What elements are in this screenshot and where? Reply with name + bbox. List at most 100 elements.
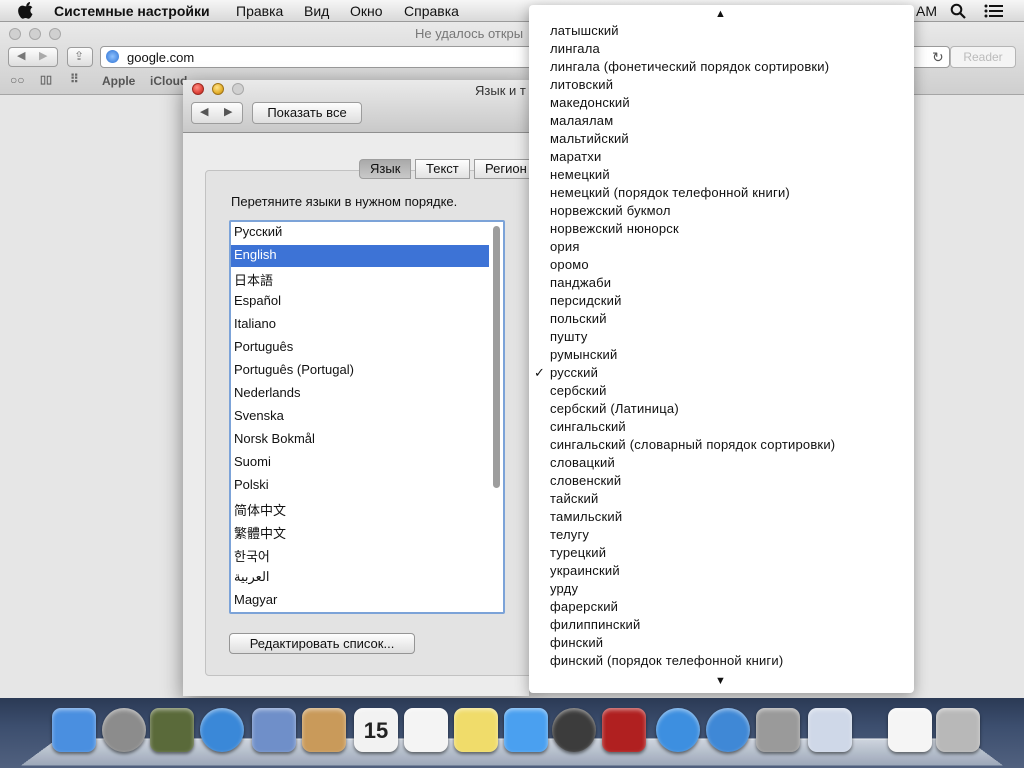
popup-menu-item[interactable]: пушту bbox=[550, 329, 588, 344]
menu-view[interactable]: Вид bbox=[304, 3, 329, 19]
share-button[interactable]: ⇪ bbox=[67, 47, 93, 67]
top-sites-icon[interactable]: ⠿ bbox=[70, 72, 79, 86]
finder-icon[interactable] bbox=[52, 708, 96, 752]
forward-arrow-icon[interactable]: ▶ bbox=[224, 105, 232, 118]
safari-minimize-button[interactable] bbox=[29, 28, 41, 40]
language-list-item[interactable]: 繁體中文 bbox=[231, 521, 489, 543]
bookmark-icloud[interactable]: iCloud bbox=[150, 74, 187, 88]
popup-menu-item[interactable]: тайский bbox=[550, 491, 598, 506]
photo-booth-icon[interactable] bbox=[602, 708, 646, 752]
language-list-item[interactable]: Suomi bbox=[231, 452, 489, 474]
popup-menu-item[interactable]: словенский bbox=[550, 473, 621, 488]
popup-menu-item[interactable]: русский bbox=[550, 365, 598, 380]
language-list-item[interactable]: Português (Portugal) bbox=[231, 360, 489, 382]
popup-menu-item[interactable]: польский bbox=[550, 311, 607, 326]
mission-control-icon[interactable] bbox=[150, 708, 194, 752]
language-popup-menu[interactable]: ▲ ▼ латышский лингала лингала (фонетически… bbox=[529, 5, 914, 693]
language-list-item[interactable]: Nederlands bbox=[231, 383, 489, 405]
close-button[interactable] bbox=[192, 83, 204, 95]
itunes-icon[interactable] bbox=[656, 708, 700, 752]
zoom-button[interactable] bbox=[232, 83, 244, 95]
popup-menu-item[interactable]: урду bbox=[550, 581, 578, 596]
language-list-item[interactable]: Español bbox=[231, 291, 489, 313]
menu-clock[interactable]: AM bbox=[916, 3, 937, 19]
popup-menu-item[interactable]: панджаби bbox=[550, 275, 611, 290]
document-icon[interactable] bbox=[888, 708, 932, 752]
language-list-scrollbar[interactable] bbox=[493, 226, 500, 488]
popup-menu-item[interactable]: персидский bbox=[550, 293, 622, 308]
apple-menu-icon[interactable] bbox=[16, 2, 38, 20]
popup-menu-item[interactable]: маратхи bbox=[550, 149, 601, 164]
menu-edit[interactable]: Правка bbox=[236, 3, 283, 19]
notes-icon[interactable] bbox=[454, 708, 498, 752]
popup-menu-item[interactable]: малаялам bbox=[550, 113, 613, 128]
tab-text[interactable]: Текст bbox=[415, 159, 470, 179]
language-list-item[interactable]: 日本語 bbox=[231, 268, 489, 290]
show-all-button[interactable]: Показать все bbox=[252, 102, 362, 124]
reload-icon[interactable]: ↻ bbox=[932, 49, 944, 66]
popup-menu-item[interactable]: оромо bbox=[550, 257, 589, 272]
popup-menu-item[interactable]: финский bbox=[550, 635, 603, 650]
language-list-item[interactable]: Magyar bbox=[231, 590, 489, 612]
reading-list-icon[interactable]: ○○ bbox=[10, 73, 25, 87]
language-list-item[interactable]: Português bbox=[231, 337, 489, 359]
tab-language[interactable]: Язык bbox=[359, 159, 412, 179]
popup-menu-item[interactable]: сербский bbox=[550, 383, 607, 398]
menu-app-name[interactable]: Системные настройки bbox=[54, 3, 210, 19]
mail-icon[interactable] bbox=[252, 708, 296, 752]
prefs-back-forward[interactable]: ◀ ▶ bbox=[191, 102, 243, 124]
popup-menu-item[interactable]: мальтийский bbox=[550, 131, 629, 146]
facetime-icon[interactable] bbox=[552, 708, 596, 752]
calendar-icon[interactable]: 15 bbox=[354, 708, 398, 752]
safari-zoom-button[interactable] bbox=[49, 28, 61, 40]
popup-menu-item[interactable]: литовский bbox=[550, 77, 613, 92]
scroll-down-arrow-icon[interactable]: ▼ bbox=[715, 675, 726, 687]
popup-menu-item[interactable]: телугу bbox=[550, 527, 589, 542]
safari-icon[interactable] bbox=[200, 708, 244, 752]
popup-menu-item[interactable]: румынский bbox=[550, 347, 617, 362]
language-list-item[interactable]: Русский bbox=[231, 222, 489, 244]
back-arrow-icon[interactable]: ◀ bbox=[200, 105, 208, 118]
popup-menu-item[interactable]: немецкий bbox=[550, 167, 610, 182]
bookmarks-book-icon[interactable]: ▯▯ bbox=[40, 73, 52, 86]
trash-icon[interactable] bbox=[936, 708, 980, 752]
popup-menu-item[interactable]: норвежский букмол bbox=[550, 203, 671, 218]
popup-menu-item[interactable]: ория bbox=[550, 239, 580, 254]
popup-menu-item[interactable]: сингальский bbox=[550, 419, 626, 434]
language-list-item[interactable]: العربية bbox=[231, 567, 489, 589]
wizard-icon[interactable] bbox=[808, 708, 852, 752]
popup-menu-item[interactable]: лингала bbox=[550, 41, 600, 56]
popup-menu-item[interactable]: сербский (Латиница) bbox=[550, 401, 679, 416]
language-list-item[interactable]: Italiano bbox=[231, 314, 489, 336]
popup-menu-item[interactable]: македонский bbox=[550, 95, 630, 110]
language-list-item[interactable]: English bbox=[231, 245, 489, 267]
scroll-up-arrow-icon[interactable]: ▲ bbox=[715, 8, 726, 20]
minimize-button[interactable] bbox=[212, 83, 224, 95]
popup-menu-item[interactable]: финский (порядок телефонной книги) bbox=[550, 653, 783, 668]
notification-center-icon[interactable] bbox=[984, 3, 1004, 19]
spotlight-icon[interactable] bbox=[950, 3, 966, 19]
edit-list-button[interactable]: Редактировать список... bbox=[229, 633, 415, 654]
language-list-item[interactable]: 简体中文 bbox=[231, 498, 489, 520]
back-arrow-icon[interactable]: ◀ bbox=[17, 49, 25, 62]
reader-button[interactable]: Reader bbox=[950, 46, 1016, 68]
popup-menu-item[interactable]: словацкий bbox=[550, 455, 615, 470]
messages-icon[interactable] bbox=[504, 708, 548, 752]
popup-menu-item[interactable]: немецкий (порядок телефонной книги) bbox=[550, 185, 790, 200]
safari-close-button[interactable] bbox=[9, 28, 21, 40]
popup-menu-item[interactable]: турецкий bbox=[550, 545, 606, 560]
language-list-item[interactable]: Polski bbox=[231, 475, 489, 497]
popup-menu-item[interactable]: норвежский нюнорск bbox=[550, 221, 679, 236]
menu-window[interactable]: Окно bbox=[350, 3, 383, 19]
popup-menu-item[interactable]: тамильский bbox=[550, 509, 622, 524]
language-list-item[interactable]: 한국어 bbox=[231, 544, 489, 566]
forward-arrow-icon[interactable]: ▶ bbox=[39, 49, 47, 62]
reminders-icon[interactable] bbox=[404, 708, 448, 752]
system-preferences-icon[interactable] bbox=[756, 708, 800, 752]
bookmark-apple[interactable]: Apple bbox=[102, 74, 135, 88]
popup-menu-item[interactable]: фарерский bbox=[550, 599, 618, 614]
popup-menu-item[interactable]: сингальский (словарный порядок сортировк… bbox=[550, 437, 835, 452]
launchpad-icon[interactable] bbox=[102, 708, 146, 752]
menu-help[interactable]: Справка bbox=[404, 3, 459, 19]
app-store-icon[interactable] bbox=[706, 708, 750, 752]
